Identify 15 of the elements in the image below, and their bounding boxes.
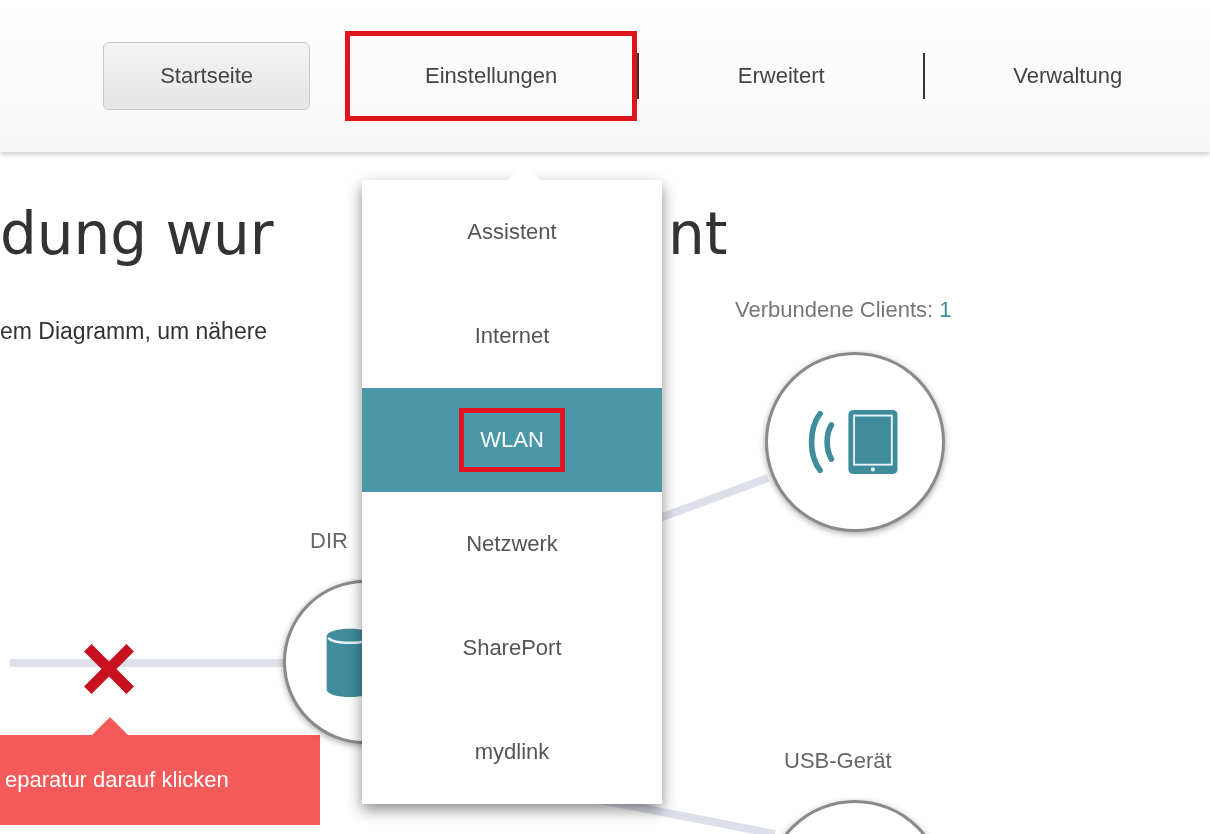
menu-item[interactable]: SharePort (362, 596, 662, 700)
nav-tab[interactable]: Erweitert (636, 53, 924, 99)
clients-label: Verbundene Clients: 1 (735, 297, 952, 323)
node-label: DIR (310, 528, 348, 554)
nav-tab[interactable]: Startseite (103, 42, 311, 110)
page-subtitle: em Diagramm, um nähere (0, 318, 268, 345)
nav-tab[interactable]: Verwaltung (923, 53, 1210, 99)
menu-item[interactable]: Assistent (362, 180, 662, 284)
node-label: USB-Gerät (784, 748, 892, 774)
menu-item[interactable]: Internet (362, 284, 662, 388)
page-heading: nt (668, 200, 728, 268)
page-heading: dung wur (0, 200, 274, 268)
menu-item[interactable]: Netzwerk (362, 492, 662, 596)
nav-tab[interactable]: Einstellungen (345, 31, 637, 121)
menu-item[interactable]: mydlink (362, 700, 662, 804)
